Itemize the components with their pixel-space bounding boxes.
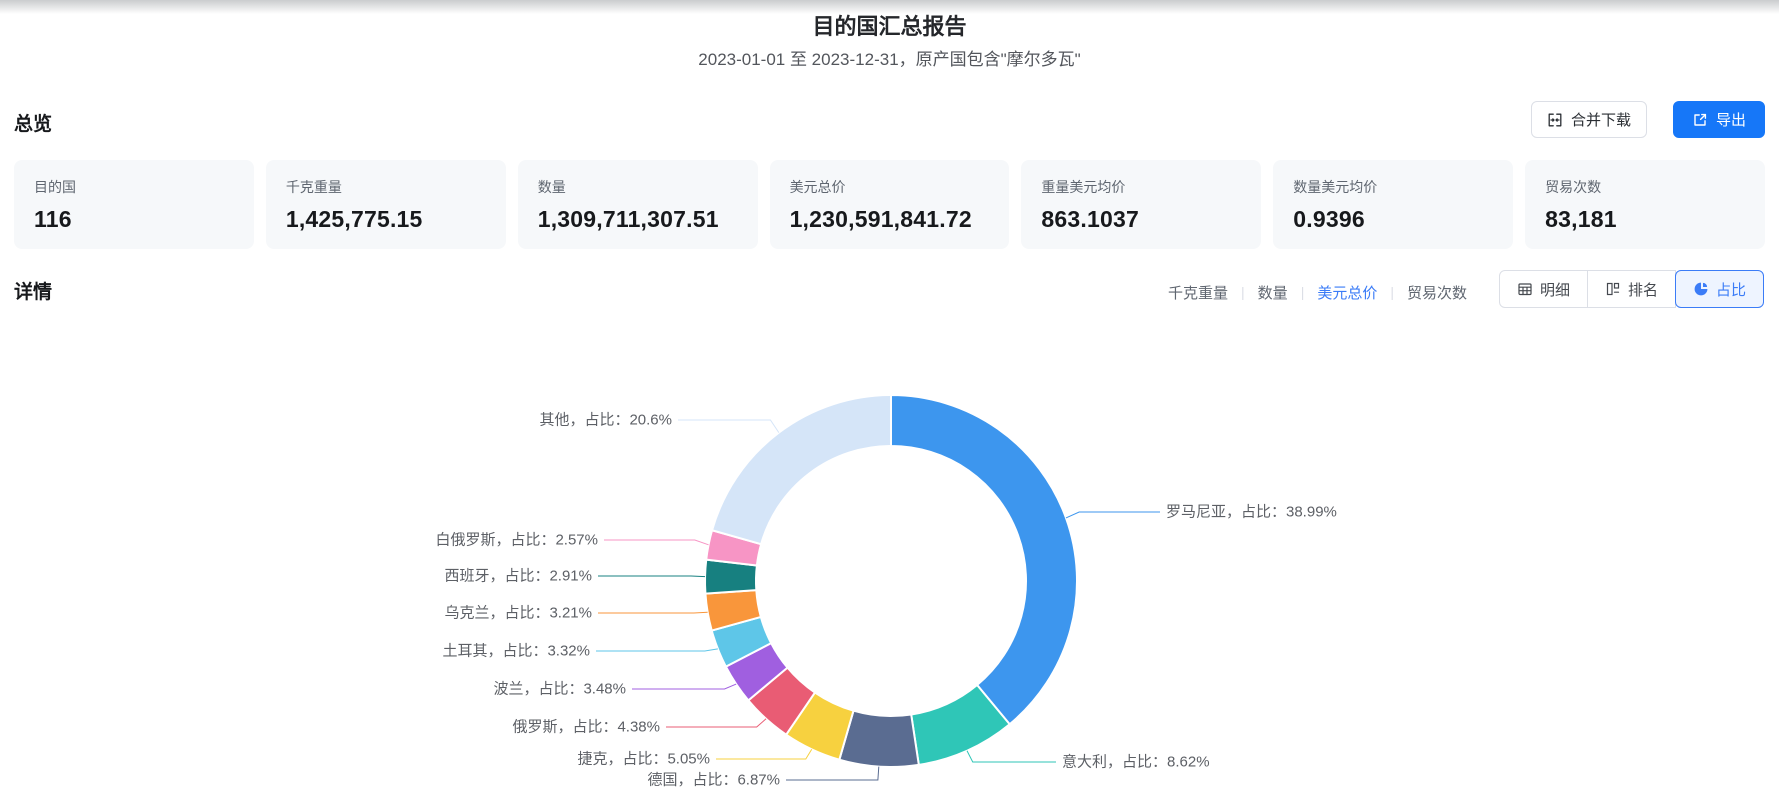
pie-label-乌克兰: 乌克兰，占比：3.21% <box>444 605 592 622</box>
page-subtitle: 2023-01-01 至 2023-12-31，原产国包含"摩尔多瓦" <box>698 50 1081 69</box>
detail-heading: 详情 <box>14 282 53 303</box>
stat-card-value: 83,181 <box>1545 206 1617 232</box>
pie-leader-line-德国 <box>786 766 880 781</box>
stat-card-label: 重量美元均价 <box>1041 179 1126 195</box>
pie-label-俄罗斯: 俄罗斯，占比：4.38% <box>512 719 660 736</box>
pie-label-白俄罗斯: 白俄罗斯，占比：2.57% <box>435 532 598 549</box>
view-button-排名[interactable]: 排名 <box>1587 270 1677 308</box>
stat-card: 千克重量 1,425,775.15 <box>265 160 506 249</box>
pie-leader-line-俄罗斯 <box>666 718 767 728</box>
stat-card-label: 千克重量 <box>285 179 342 195</box>
view-switcher: 明细 排名 占比 <box>1499 270 1765 308</box>
stat-card-label: 目的国 <box>34 179 76 195</box>
pie-leader-line-其他 <box>678 419 780 433</box>
tab-separator: | <box>1300 284 1305 300</box>
stat-card-label: 数量 <box>537 179 566 195</box>
stat-card: 数量 1,309,711,307.51 <box>517 160 758 249</box>
pie-label-捷克: 捷克，占比：5.05% <box>577 751 710 768</box>
overview-cards: 目的国 116 千克重量 1,425,775.15 数量 1,309,711,307.51… <box>14 160 1765 249</box>
pie-leader-line-乌克兰 <box>598 611 708 614</box>
metric-tab-数量[interactable]: 数量 <box>1258 282 1288 303</box>
metric-tab-千克重量[interactable]: 千克重量 <box>1168 282 1228 303</box>
pie-label-波兰: 波兰，占比：3.48% <box>493 681 626 698</box>
pie-leader-line-西班牙 <box>598 575 706 578</box>
stat-card: 美元总价 1,230,591,841.72 <box>769 160 1010 249</box>
metric-tab-美元总价[interactable]: 美元总价 <box>1317 282 1377 303</box>
stat-card-value: 0.9396 <box>1293 206 1365 232</box>
donut-chart: 罗马尼亚，占比：38.99% 意大利，占比：8.62% 德国，占比：6.87% 捷克，… <box>435 394 1337 789</box>
stat-card-label: 数量美元均价 <box>1293 179 1378 195</box>
pie-slice-其他[interactable] <box>711 394 892 546</box>
pie-label-其他: 其他，占比：20.6% <box>539 412 672 429</box>
merge-download-button[interactable]: 合并下载 <box>1531 101 1647 138</box>
merge-download-label: 合并下载 <box>1570 112 1631 129</box>
export-label: 导出 <box>1715 112 1746 129</box>
stat-card: 数量美元均价 0.9396 <box>1273 160 1514 249</box>
view-button-占比[interactable]: 占比 <box>1675 270 1765 308</box>
pie-leader-line-土耳其 <box>596 648 718 652</box>
pie-label-罗马尼亚: 罗马尼亚，占比：38.99% <box>1166 504 1337 521</box>
pie-label-土耳其: 土耳其，占比：3.32% <box>442 643 590 660</box>
pie-icon <box>1693 281 1709 297</box>
pie-leader-line-罗马尼亚 <box>1065 511 1160 519</box>
pie-label-德国: 德国，占比：6.87% <box>647 771 780 789</box>
rank-icon <box>1605 281 1621 297</box>
pie-leader-line-捷克 <box>716 749 813 760</box>
pie-leader-line-波兰 <box>632 683 737 690</box>
tab-separator: | <box>1390 284 1394 300</box>
stat-card: 重量美元均价 863.1037 <box>1021 160 1262 249</box>
overview-heading: 总览 <box>14 114 53 135</box>
pie-leader-line-意大利 <box>966 750 1056 763</box>
export-button[interactable]: 导出 <box>1673 101 1765 138</box>
pie-label-意大利: 意大利，占比：8.62% <box>1062 753 1210 771</box>
pie-label-西班牙: 西班牙，占比：2.91% <box>444 568 592 585</box>
metric-tabs: 千克重量 | 数量 | 美元总价 | 贸易次数 <box>1168 281 1467 303</box>
pie-leader-line-白俄罗斯 <box>604 539 709 546</box>
table-icon <box>1517 281 1533 297</box>
stat-card-value: 1,230,591,841.72 <box>789 206 972 232</box>
stat-card-value: 116 <box>34 206 72 232</box>
view-button-label: 排名 <box>1628 281 1659 299</box>
stat-card: 贸易次数 83,181 <box>1525 160 1765 249</box>
merge-icon <box>1547 112 1563 128</box>
metric-tab-贸易次数[interactable]: 贸易次数 <box>1407 282 1467 303</box>
pie-slice-罗马尼亚[interactable] <box>890 394 1078 726</box>
stat-card-value: 863.1037 <box>1041 206 1139 232</box>
stat-card-label: 美元总价 <box>789 179 846 195</box>
page-title: 目的国汇总报告 <box>812 14 967 39</box>
view-button-label: 占比 <box>1716 281 1747 299</box>
export-icon <box>1692 112 1708 128</box>
tab-separator: | <box>1241 284 1245 300</box>
stat-card-value: 1,309,711,307.51 <box>537 206 719 232</box>
view-button-明细[interactable]: 明细 <box>1499 270 1589 308</box>
view-button-label: 明细 <box>1540 281 1571 299</box>
stat-card: 目的国 116 <box>14 160 254 249</box>
stat-card-label: 贸易次数 <box>1545 179 1602 195</box>
stat-card-value: 1,425,775.15 <box>285 206 423 232</box>
